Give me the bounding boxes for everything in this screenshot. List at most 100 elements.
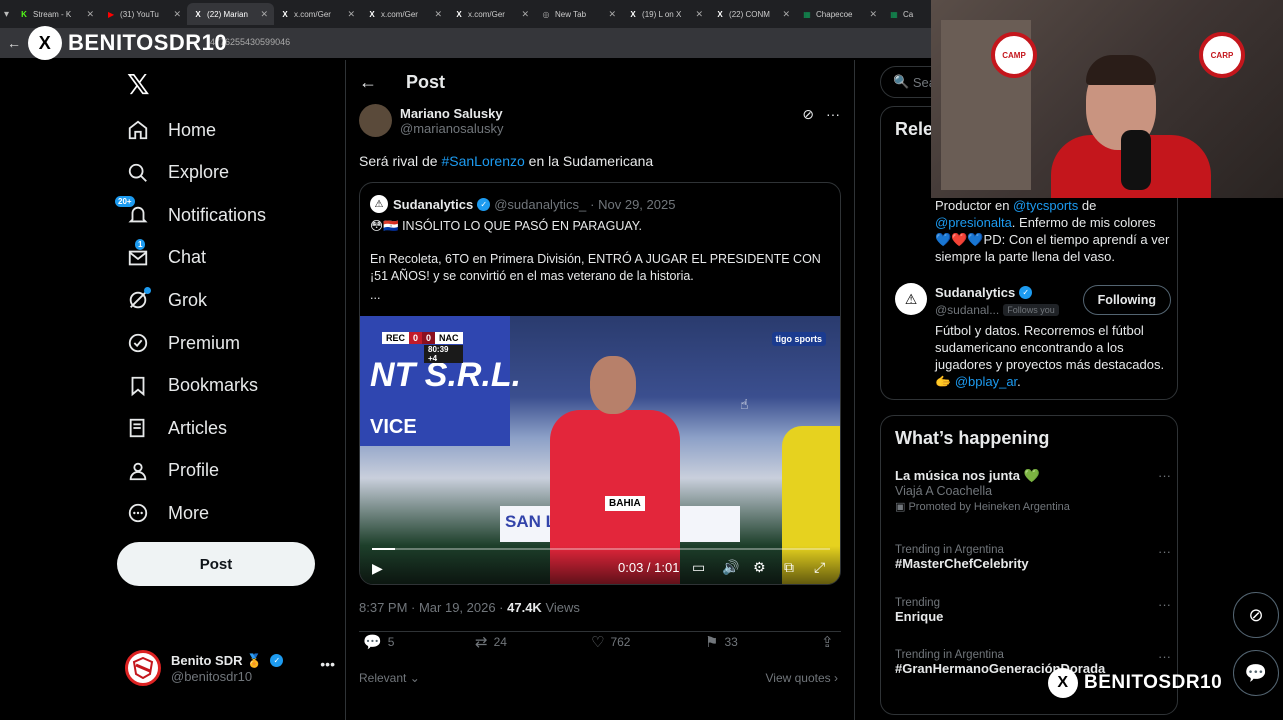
sidebar-item-grok[interactable]: Grok: [125, 280, 207, 320]
browser-tab[interactable]: ▦ Chapecoe ✕: [796, 3, 883, 25]
post-author[interactable]: Mariano Salusky @marianosalusky: [359, 104, 504, 137]
settings-icon[interactable]: ⚙: [753, 559, 766, 576]
more-icon[interactable]: •••: [320, 656, 335, 672]
tab-close-icon[interactable]: ✕: [782, 9, 790, 20]
share-button[interactable]: ⇪: [821, 633, 834, 651]
trend-item[interactable]: La música nos junta 💚 Viajá A Coachella …: [895, 468, 1171, 513]
tab-close-icon[interactable]: ✕: [695, 9, 703, 20]
sheets-icon: ▦: [803, 9, 811, 19]
browser-tab[interactable]: Xx.com/Ger ✕: [448, 3, 535, 25]
reply-sort-dropdown[interactable]: Relevant ⌄: [359, 671, 420, 685]
sidebar-item-label: Notifications: [168, 204, 267, 225]
sheets-icon: ▦: [890, 9, 898, 19]
tab-close-icon[interactable]: ✕: [434, 9, 442, 20]
more-options-icon[interactable]: ···: [826, 106, 840, 123]
following-button[interactable]: Following: [1082, 285, 1171, 315]
more-icon[interactable]: ···: [1158, 649, 1171, 664]
repost-button[interactable]: ⇄ 24: [475, 633, 507, 651]
trend-item[interactable]: Trending Enrique ···: [895, 597, 1171, 624]
bookmark-button[interactable]: ⚑ 33: [705, 633, 738, 651]
video-progress-bar[interactable]: [372, 548, 830, 550]
tab-search-button[interactable]: ▾: [4, 4, 9, 24]
sidebar-item-premium[interactable]: Premium: [125, 323, 240, 363]
chat-float-button[interactable]: 💬: [1233, 650, 1279, 696]
browser-tab[interactable]: X (19) L on X ✕: [622, 3, 709, 25]
tab-close-icon[interactable]: ✕: [608, 9, 616, 20]
back-arrow-icon[interactable]: ←: [346, 72, 390, 93]
tab-close-icon[interactable]: ✕: [86, 9, 94, 20]
captions-icon[interactable]: ▭: [692, 559, 705, 576]
browser-tab[interactable]: Xx.com/Ger ✕: [274, 3, 361, 25]
grok-float-button[interactable]: ⊘: [1233, 592, 1279, 638]
account-switcher[interactable]: Benito SDR 🏅 ✓ @benitosdr10 •••: [125, 648, 335, 688]
quote-date[interactable]: · Nov 29, 2025: [590, 197, 675, 212]
mention-link[interactable]: @tycsports: [1013, 198, 1078, 213]
volume-icon[interactable]: 🔊: [722, 559, 739, 576]
quote-author-handle[interactable]: @sudanalytics_: [494, 197, 586, 212]
browser-tab-bar: ▾ K Stream - K ✕ ▶ (31) YouTu ✕ X (22) Marian ✕ X…: [0, 0, 964, 28]
sidebar-item-explore[interactable]: Explore: [125, 153, 229, 193]
author-avatar[interactable]: [359, 104, 392, 137]
x-logo-icon[interactable]: 𝕏: [127, 68, 150, 101]
stream-watermark-top: X BENITOSDR10: [28, 26, 227, 60]
quote-author-name[interactable]: Sudanalytics: [393, 197, 473, 212]
more-icon[interactable]: ···: [1158, 544, 1171, 559]
tab-close-icon[interactable]: ✕: [869, 9, 877, 20]
card-title: What’s happening: [895, 428, 1050, 448]
bell-icon: 20+: [115, 196, 151, 228]
grok-explain-icon[interactable]: ⊘: [802, 106, 814, 123]
like-button[interactable]: ♡ 762: [591, 633, 630, 651]
trend-item[interactable]: Trending in Argentina #MasterChefCelebri…: [895, 544, 1171, 571]
browser-tab[interactable]: ◎ New Tab ✕: [535, 3, 622, 25]
reply-button[interactable]: 💬 5: [363, 633, 394, 651]
referee-sponsor-badge: BAHIA: [605, 496, 645, 511]
sidebar-item-bookmarks[interactable]: Bookmarks: [125, 366, 258, 406]
tab-close-icon[interactable]: ✕: [521, 9, 529, 20]
mention-link[interactable]: @bplay_ar: [955, 374, 1017, 389]
browser-tab[interactable]: X (22) CONM ✕: [709, 3, 796, 25]
user-name[interactable]: Sudanalytics ✓: [935, 285, 1036, 300]
play-icon[interactable]: ▶: [372, 560, 383, 577]
tab-close-icon[interactable]: ✕: [347, 9, 355, 20]
pip-icon[interactable]: ⧉: [784, 559, 794, 576]
sidebar-item-chat[interactable]: 1 Chat: [125, 238, 206, 278]
globe-icon: ◎: [542, 9, 550, 19]
sidebar-item-notifications[interactable]: 20+ Notifications: [115, 195, 267, 235]
search-icon: 🔍: [893, 74, 910, 89]
sidebar-item-label: Chat: [168, 247, 207, 268]
browser-tab[interactable]: ▶ (31) YouTu ✕: [100, 3, 187, 25]
match-clock: 80:39 +4: [424, 345, 463, 363]
x-icon: X: [717, 9, 723, 19]
quoted-post[interactable]: ⚠ Sudanalytics ✓ @sudanalytics_ · Nov 29…: [359, 182, 841, 585]
repost-icon: ⇄: [475, 634, 488, 651]
post-time[interactable]: 8:37 PM · Mar 19, 2026 ·: [359, 600, 507, 615]
mention-link[interactable]: @presionalta: [935, 215, 1012, 230]
video-player[interactable]: NT S.R.L. VICE SAN LUCAS BAHIA REC 0 0 N…: [360, 316, 840, 584]
verified-icon: ✓: [477, 197, 491, 211]
browser-tab[interactable]: K Stream - K ✕: [13, 3, 100, 25]
fullscreen-icon[interactable]: ⤢: [814, 559, 825, 576]
author-name[interactable]: Mariano Salusky: [400, 106, 504, 121]
browser-tab[interactable]: X (22) Marian ✕: [187, 3, 275, 25]
post-button[interactable]: Post: [117, 542, 315, 586]
more-icon[interactable]: ···: [1158, 468, 1171, 483]
view-quotes-link[interactable]: View quotes ›: [766, 671, 839, 685]
sidebar-item-home[interactable]: Home: [125, 110, 216, 150]
browser-tab[interactable]: Xx.com/Ger ✕: [361, 3, 448, 25]
sidebar-item-profile[interactable]: Profile: [125, 451, 219, 491]
hashtag-link[interactable]: #SanLorenzo: [441, 153, 524, 169]
browser-back-button[interactable]: ←: [0, 35, 28, 51]
more-icon[interactable]: ···: [1158, 597, 1171, 612]
tab-close-icon[interactable]: ✕: [260, 9, 268, 20]
sidebar-item-label: Explore: [168, 162, 230, 183]
quote-avatar[interactable]: ⚠: [370, 195, 388, 213]
sidebar-item-more[interactable]: More: [125, 493, 209, 533]
post-text-end: en la Sudamericana: [524, 153, 654, 169]
author-handle[interactable]: @marianosalusky: [400, 121, 504, 136]
user-avatar[interactable]: ⚠: [895, 283, 927, 315]
card-title: Rele: [895, 119, 934, 139]
sidebar-item-articles[interactable]: Articles: [125, 408, 227, 448]
tab-close-icon[interactable]: ✕: [173, 9, 181, 20]
tab-title: x.com/Ger: [468, 9, 505, 19]
video-controls: ▶ 0:03 / 1:01 ▭ 🔊 ⚙ ⧉ ⤢: [360, 546, 840, 584]
